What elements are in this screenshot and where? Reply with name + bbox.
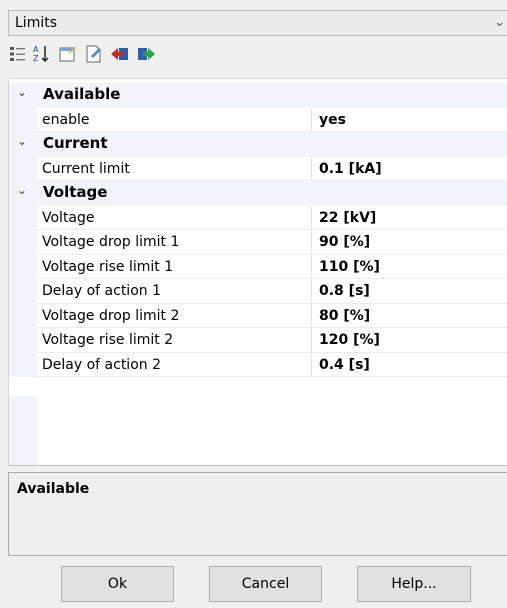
category-current[interactable]: ⌄ Current bbox=[9, 132, 507, 157]
property-value[interactable]: 0.1 [kA] bbox=[312, 157, 507, 181]
property-value[interactable]: 120 [%] bbox=[312, 328, 507, 353]
property-name: Voltage rise limit 2 bbox=[37, 328, 312, 353]
categorized-icon[interactable] bbox=[8, 44, 28, 64]
property-name: Voltage drop limit 2 bbox=[37, 303, 312, 328]
property-name: Voltage bbox=[37, 205, 312, 230]
import-icon[interactable] bbox=[110, 44, 130, 64]
property-row-delay-of-action-2[interactable]: Delay of action 2 0.4 [s] bbox=[9, 352, 507, 377]
property-row-voltage-rise-limit-2[interactable]: Voltage rise limit 2 120 [%] bbox=[9, 328, 507, 353]
chevron-down-icon[interactable]: ⌄ bbox=[494, 15, 505, 30]
collapse-chevron-icon[interactable]: ⌄ bbox=[17, 183, 27, 197]
property-grid: ⌄ Available enable yes ⌄ Current Current… bbox=[8, 78, 507, 466]
export-icon[interactable] bbox=[136, 44, 156, 64]
category-available[interactable]: ⌄ Available bbox=[9, 83, 507, 108]
property-name: Voltage drop limit 1 bbox=[37, 230, 312, 255]
panel-title: Limits bbox=[15, 15, 57, 31]
svg-text:A: A bbox=[33, 45, 39, 54]
property-value[interactable]: 22 [kV] bbox=[312, 206, 507, 230]
object-selector-dropdown[interactable]: Limits ⌄ bbox=[8, 10, 507, 36]
property-value[interactable]: yes bbox=[312, 108, 507, 132]
property-name: Delay of action 1 bbox=[37, 279, 312, 304]
property-row-voltage[interactable]: Voltage 22 [kV] bbox=[9, 205, 507, 230]
collapse-chevron-icon[interactable]: ⌄ bbox=[17, 134, 27, 148]
description-title: Available bbox=[17, 481, 90, 497]
category-label: Voltage bbox=[43, 183, 108, 201]
property-name: Voltage rise limit 1 bbox=[37, 254, 312, 279]
description-panel: Available bbox=[8, 472, 507, 556]
property-name: Current limit bbox=[37, 156, 312, 181]
property-name: Delay of action 2 bbox=[37, 352, 312, 377]
alphabetical-sort-icon[interactable]: A Z bbox=[32, 44, 52, 64]
svg-text:Z: Z bbox=[33, 54, 39, 63]
help-button[interactable]: Help... bbox=[357, 566, 471, 602]
category-voltage[interactable]: ⌄ Voltage bbox=[9, 181, 507, 206]
property-row-delay-of-action-1[interactable]: Delay of action 1 0.8 [s] bbox=[9, 279, 507, 304]
property-value[interactable]: 0.8 [s] bbox=[312, 279, 507, 304]
property-row-voltage-drop-limit-2[interactable]: Voltage drop limit 2 80 [%] bbox=[9, 303, 507, 328]
edit-properties-icon[interactable] bbox=[84, 44, 104, 64]
property-row-voltage-drop-limit-1[interactable]: Voltage drop limit 1 90 [%] bbox=[9, 230, 507, 255]
property-row-current-limit[interactable]: Current limit 0.1 [kA] bbox=[9, 156, 507, 181]
ok-button[interactable]: Ok bbox=[61, 566, 174, 602]
category-label: Available bbox=[43, 85, 121, 103]
property-value[interactable]: 80 [%] bbox=[312, 304, 507, 328]
collapse-chevron-icon[interactable]: ⌄ bbox=[17, 85, 27, 99]
property-name: enable bbox=[37, 107, 312, 132]
cancel-button[interactable]: Cancel bbox=[209, 566, 322, 602]
property-toolbar: A Z bbox=[8, 44, 507, 68]
category-label: Current bbox=[43, 134, 108, 152]
property-row-voltage-rise-limit-1[interactable]: Voltage rise limit 1 110 [%] bbox=[9, 254, 507, 279]
property-pages-icon[interactable] bbox=[58, 44, 78, 64]
property-value[interactable]: 0.4 [s] bbox=[312, 353, 507, 377]
property-value[interactable]: 110 [%] bbox=[312, 255, 507, 279]
property-row-enable[interactable]: enable yes bbox=[9, 107, 507, 132]
property-value[interactable]: 90 [%] bbox=[312, 230, 507, 255]
